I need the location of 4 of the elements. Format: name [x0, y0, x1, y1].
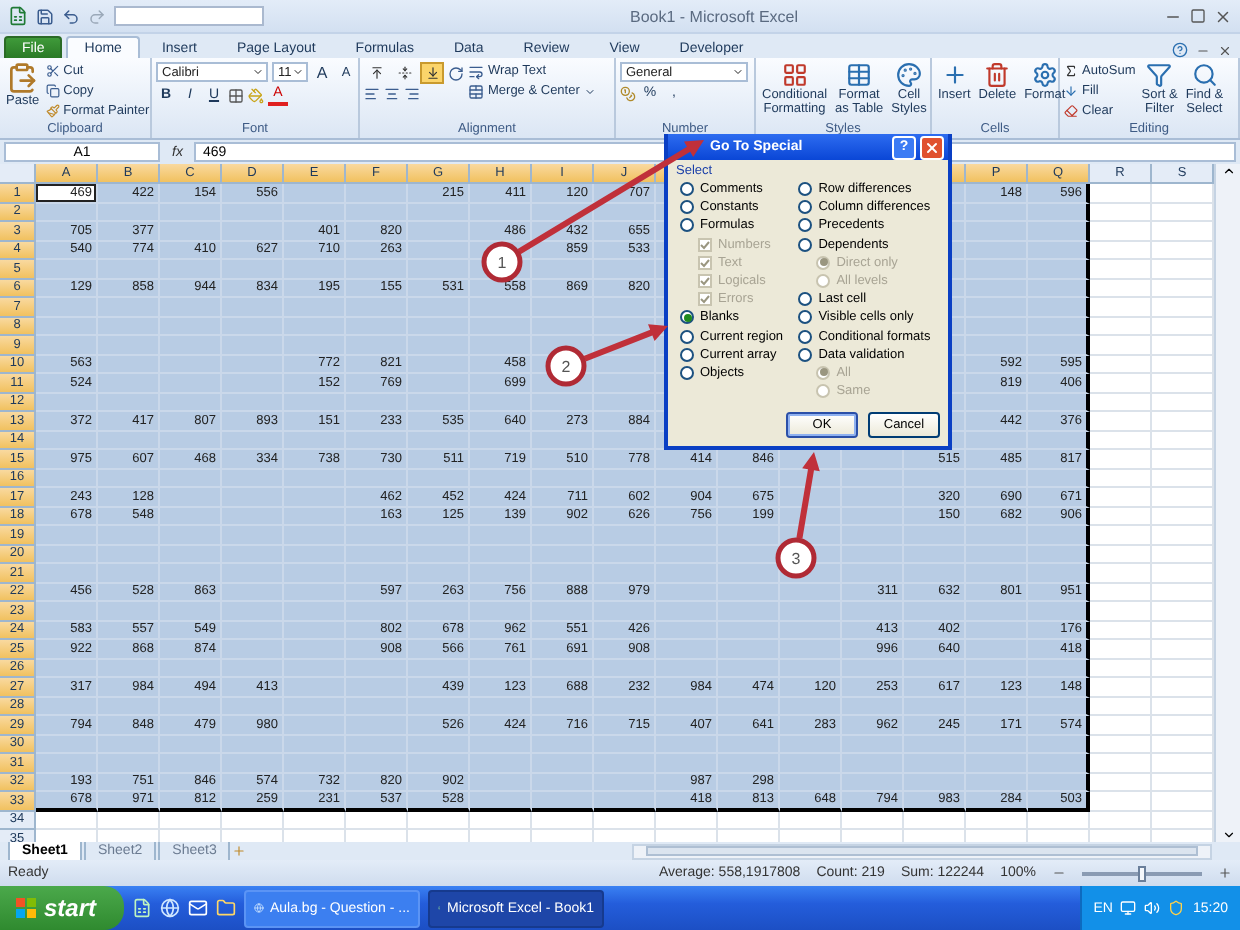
- window-title: Book1 - Microsoft Excel: [627, 7, 801, 25]
- step-marker: 1: [481, 241, 523, 283]
- step-marker: 2: [545, 345, 587, 387]
- step-marker: 3: [775, 537, 817, 579]
